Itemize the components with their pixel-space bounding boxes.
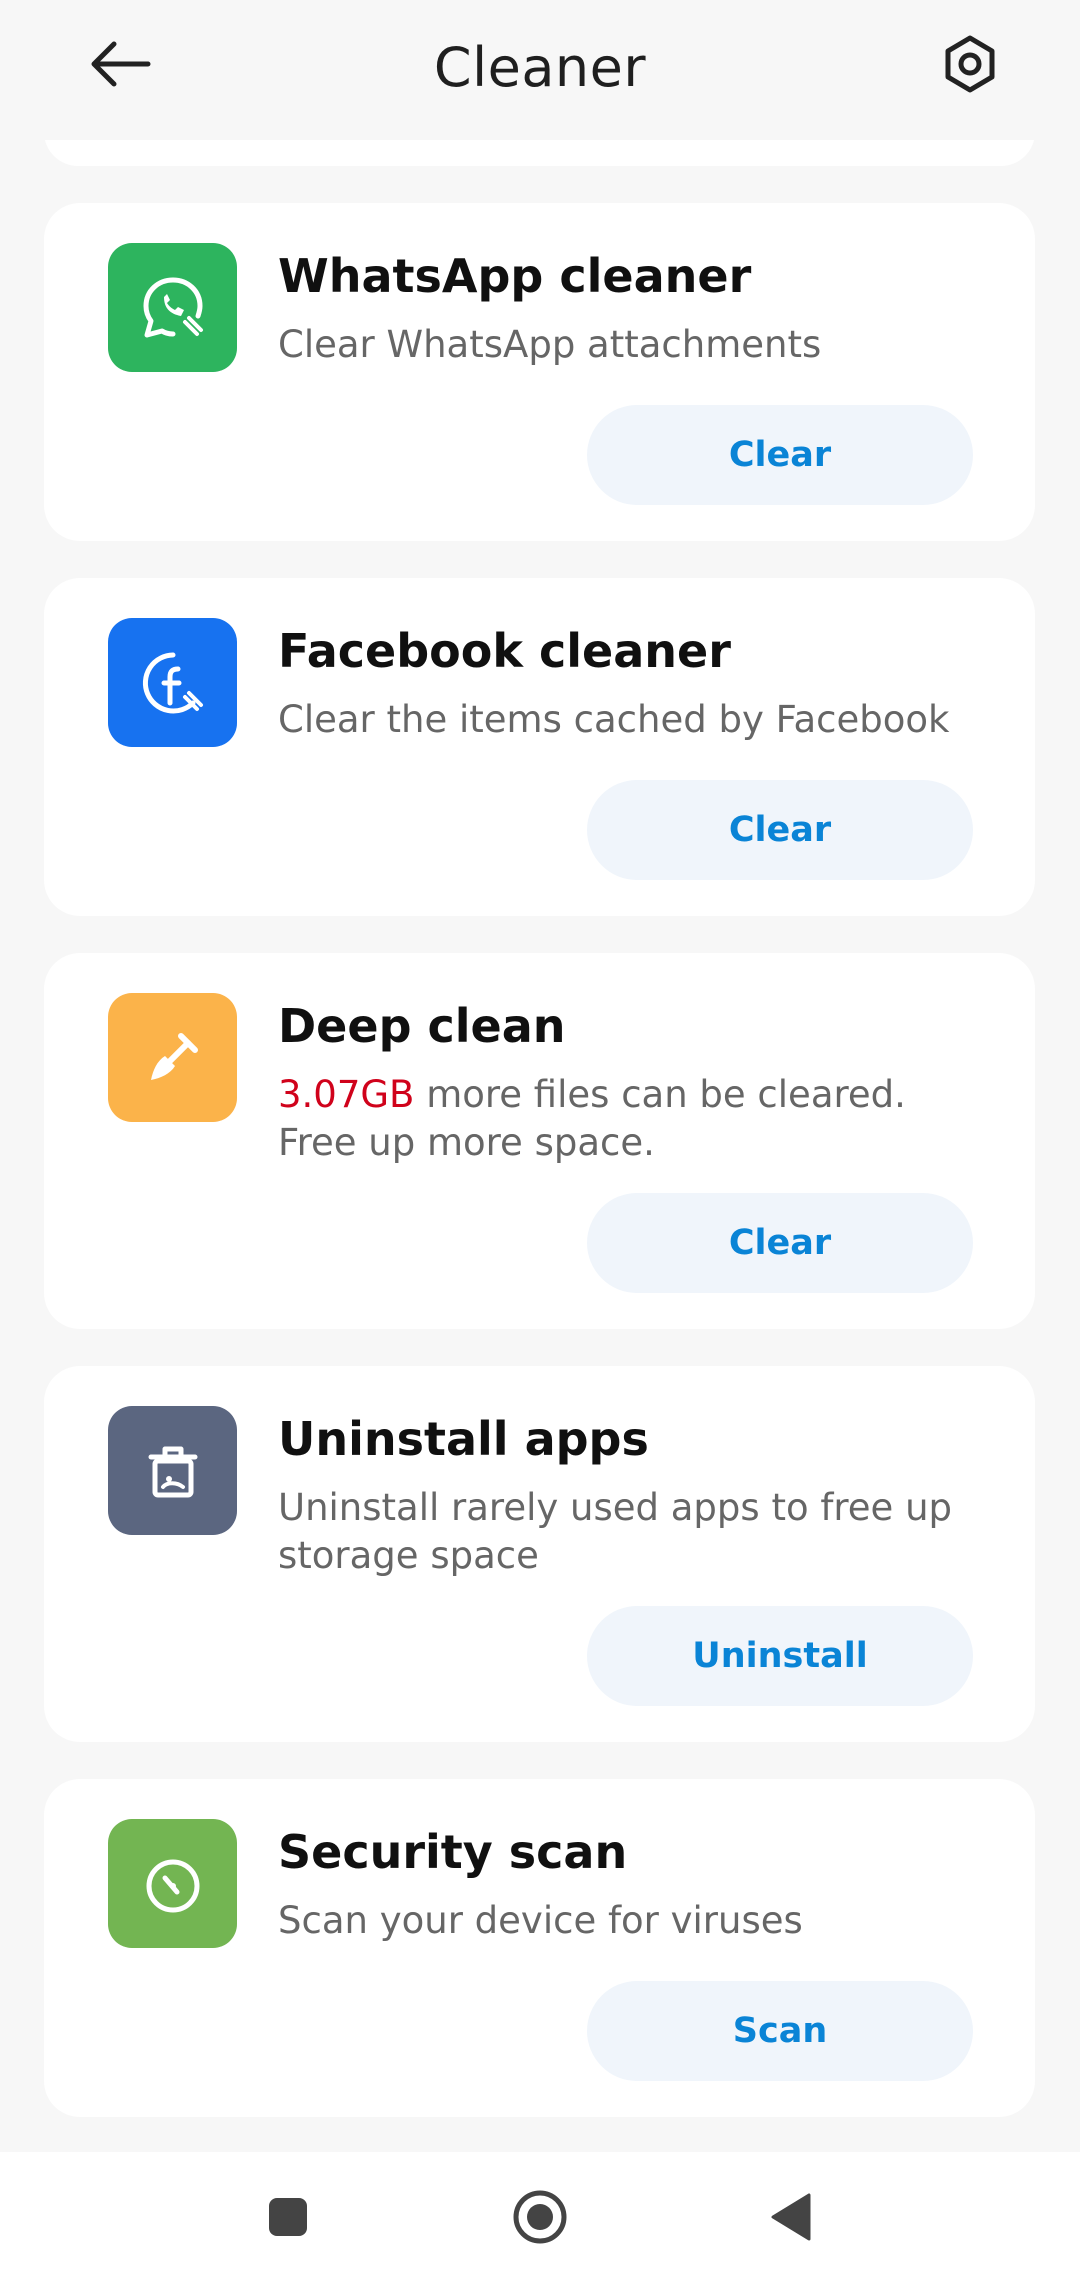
cleanable-size: 3.07GB: [278, 1073, 415, 1116]
uninstall-bin-icon: [108, 1406, 237, 1535]
whatsapp-clear-button[interactable]: Clear: [587, 405, 973, 505]
page-title: Cleaner: [433, 36, 647, 99]
card-title: Uninstall apps: [278, 1412, 649, 1466]
shovel-icon: [108, 993, 237, 1122]
uninstall-button[interactable]: Uninstall: [587, 1606, 973, 1706]
security-scan-icon: [108, 1819, 237, 1948]
card-title: WhatsApp cleaner: [278, 249, 752, 303]
card-title: Facebook cleaner: [278, 624, 731, 678]
gear-icon: [945, 35, 995, 93]
facebook-cleaner-icon: [108, 618, 237, 747]
card-description: Clear the items cached by Facebook: [278, 698, 950, 741]
card-description: 3.07GB more files can be cleared. Free u…: [278, 1071, 978, 1167]
whatsapp-cleaner-card: WhatsApp cleaner Clear WhatsApp attachme…: [44, 203, 1035, 541]
card-description: Clear WhatsApp attachments: [278, 323, 822, 366]
system-navigation-bar: [0, 2152, 1080, 2282]
circle-home-icon: [513, 2190, 567, 2244]
card-title: Security scan: [278, 1825, 628, 1879]
uninstall-apps-card: Uninstall apps Uninstall rarely used app…: [44, 1366, 1035, 1742]
card-description: Uninstall rarely used apps to free up st…: [278, 1486, 953, 1577]
facebook-clear-button[interactable]: Clear: [587, 780, 973, 880]
card-description: Scan your device for viruses: [278, 1899, 803, 1942]
card-title: Deep clean: [278, 999, 566, 1053]
back-nav-button[interactable]: [746, 2172, 836, 2262]
whatsapp-cleaner-icon: [108, 243, 237, 372]
top-app-bar: Cleaner: [0, 0, 1080, 140]
deep-clean-button[interactable]: Clear: [587, 1193, 973, 1293]
triangle-back-icon: [771, 2193, 811, 2241]
recents-button[interactable]: [243, 2172, 333, 2262]
settings-button[interactable]: [920, 24, 1020, 104]
facebook-cleaner-card: Facebook cleaner Clear the items cached …: [44, 578, 1035, 916]
square-icon: [269, 2198, 307, 2236]
scan-button[interactable]: Scan: [587, 1981, 973, 2081]
security-scan-card: Security scan Scan your device for virus…: [44, 1779, 1035, 2117]
home-button[interactable]: [495, 2172, 585, 2262]
deep-clean-card: Deep clean 3.07GB more files can be clea…: [44, 953, 1035, 1329]
